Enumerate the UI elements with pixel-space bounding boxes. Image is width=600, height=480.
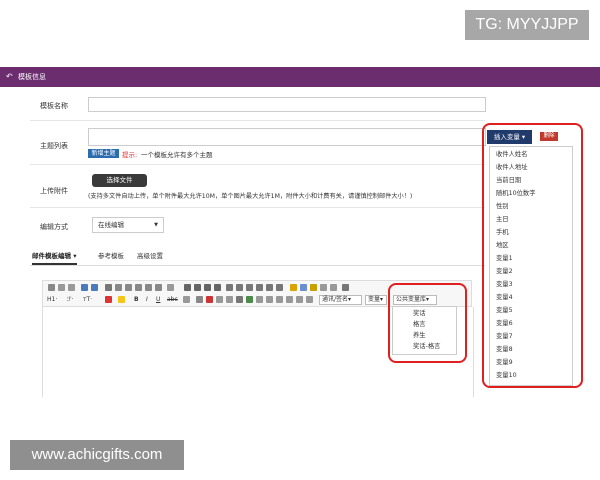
divider: [30, 120, 485, 121]
highlight-box-variables: [482, 123, 583, 388]
format-icon[interactable]: [310, 284, 317, 291]
indent-icon[interactable]: [246, 284, 253, 291]
bold-icon[interactable]: B: [134, 295, 139, 304]
edit-mode-select[interactable]: 在线编辑 ▼: [92, 217, 164, 233]
watermark-top: TG: MYYJJPP: [465, 10, 589, 40]
attachment-icon[interactable]: [320, 284, 327, 291]
chevron-down-icon: ▼: [154, 222, 158, 228]
time-icon[interactable]: [286, 296, 293, 303]
variable-select[interactable]: 变量▾: [365, 295, 387, 305]
underline-icon[interactable]: U: [156, 295, 160, 304]
upload-hint: (支持多文件自动上传，单个附件最大允许10M，单个图片最大允许1M，附件大小和计…: [88, 193, 413, 200]
preview-icon[interactable]: [68, 284, 75, 291]
tab-template-edit[interactable]: 邮件模板编辑 ▾: [32, 249, 77, 265]
subject-hint: 一个模板允许有多个主题: [141, 151, 213, 159]
link-icon[interactable]: [226, 296, 233, 303]
edit-mode-label: 编辑方式: [40, 223, 68, 231]
paste-text-icon[interactable]: [135, 284, 142, 291]
paste-word-icon[interactable]: [145, 284, 152, 291]
background-color-icon[interactable]: [118, 296, 125, 303]
date-icon[interactable]: [276, 296, 283, 303]
image-upload-icon[interactable]: [206, 296, 213, 303]
template-name-input[interactable]: [88, 97, 486, 112]
anchor-icon[interactable]: [246, 296, 253, 303]
back-arrow-icon: ↶: [6, 72, 13, 81]
align-right-icon[interactable]: [204, 284, 211, 291]
cut-icon[interactable]: [105, 284, 112, 291]
font-family-select[interactable]: ℱ·: [67, 295, 74, 304]
image-icon[interactable]: [300, 284, 307, 291]
special-char-icon[interactable]: [266, 296, 273, 303]
horizontal-rule-icon[interactable]: [256, 296, 263, 303]
table-icon[interactable]: [196, 296, 203, 303]
ordered-list-icon[interactable]: [226, 284, 233, 291]
font-size-select[interactable]: ᴛT·: [83, 295, 92, 304]
new-subject-button[interactable]: 新增主题: [88, 149, 119, 158]
subject-hint-prefix: 提示:: [122, 151, 138, 159]
select-cursor-icon[interactable]: [330, 284, 337, 291]
watermark-bottom: www.achicgifts.com: [10, 440, 184, 470]
tab-advanced-settings[interactable]: 高级设置: [137, 249, 163, 263]
print-icon[interactable]: [167, 284, 174, 291]
divider: [30, 207, 485, 208]
font-color-icon[interactable]: [105, 296, 112, 303]
superscript-icon[interactable]: [266, 284, 273, 291]
emoji-icon[interactable]: [216, 296, 223, 303]
subject-list-label: 主题列表: [40, 142, 68, 150]
divider: [30, 164, 485, 165]
paste-icon[interactable]: [125, 284, 132, 291]
editor-tabs: 邮件模板编辑 ▾ 参考模板 高级设置: [30, 249, 485, 266]
clear-format-icon[interactable]: [183, 296, 190, 303]
fullscreen-icon[interactable]: [342, 284, 349, 291]
subscript-icon[interactable]: [276, 284, 283, 291]
upload-label: 上传附件: [40, 187, 68, 195]
justify-icon[interactable]: [214, 284, 221, 291]
align-center-icon[interactable]: [194, 284, 201, 291]
outdent-icon[interactable]: [256, 284, 263, 291]
section-title: 模板信息: [18, 73, 46, 81]
map-icon[interactable]: [306, 296, 313, 303]
align-left-icon[interactable]: [184, 284, 191, 291]
unordered-list-icon[interactable]: [236, 284, 243, 291]
tab-reference-template[interactable]: 参考模板: [98, 249, 124, 263]
highlight-box-library: [388, 283, 467, 363]
signature-select[interactable]: 通讯/签名▾: [319, 295, 362, 305]
select-all-icon[interactable]: [155, 284, 162, 291]
section-header: ↶ 模板信息: [0, 67, 600, 87]
choose-file-button[interactable]: 选择文件: [92, 174, 147, 187]
source-icon[interactable]: [48, 284, 55, 291]
unlink-icon[interactable]: [236, 296, 243, 303]
highlight-icon[interactable]: [290, 284, 297, 291]
undo-icon[interactable]: [81, 284, 88, 291]
strikethrough-icon[interactable]: abc: [167, 295, 178, 304]
italic-icon[interactable]: I: [146, 295, 148, 304]
video-icon[interactable]: [296, 296, 303, 303]
subject-input[interactable]: [88, 128, 486, 146]
template-name-label: 模板名称: [40, 102, 68, 110]
edit-mode-value: 在线编辑: [98, 221, 124, 229]
heading-select[interactable]: H1·: [47, 295, 57, 304]
redo-icon[interactable]: [91, 284, 98, 291]
template-icon[interactable]: [58, 284, 65, 291]
copy-icon[interactable]: [115, 284, 122, 291]
